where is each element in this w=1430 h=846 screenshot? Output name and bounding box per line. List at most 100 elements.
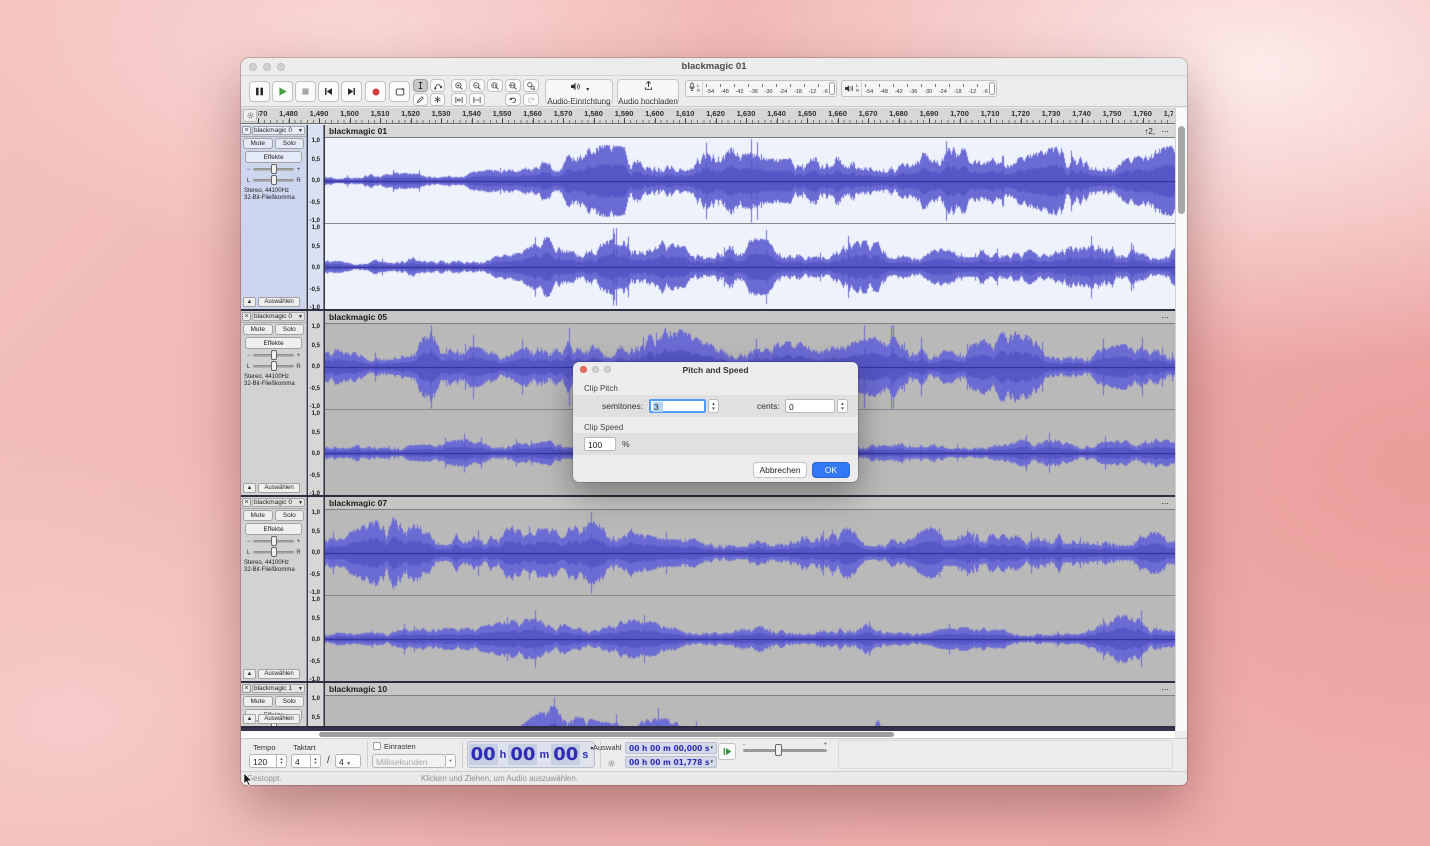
mute-button[interactable]: Mute (243, 138, 273, 149)
play-speed-slider-thumb[interactable] (775, 744, 782, 756)
select-track-button[interactable]: Auswählen (258, 669, 300, 679)
channel-waveform[interactable] (325, 510, 1175, 596)
effects-button[interactable]: Effekte (245, 151, 302, 163)
clip-pitch-badge[interactable]: ↑2, (1144, 127, 1155, 136)
gain-slider[interactable]: −+ (241, 350, 306, 361)
time-signature-upper-input[interactable]: 4 (291, 754, 311, 768)
track-close-button[interactable]: × (242, 498, 251, 507)
mute-button[interactable]: Mute (243, 696, 273, 707)
tempo-input[interactable]: 120 (249, 754, 277, 768)
horizontal-scrollbar-thumb[interactable] (319, 732, 894, 737)
ok-button[interactable]: OK (812, 462, 850, 478)
track-close-button[interactable]: × (242, 126, 251, 135)
effects-button[interactable]: Effekte (245, 337, 302, 349)
gain-slider-thumb[interactable] (271, 164, 277, 174)
audio-position-display[interactable]: 00h 00m 00s ▾ (467, 741, 595, 768)
silence-selection-button[interactable] (469, 93, 485, 106)
pan-slider[interactable]: LR (241, 361, 306, 372)
track-close-button[interactable]: × (242, 684, 251, 693)
pause-button[interactable] (249, 81, 270, 102)
channel-waveform[interactable] (325, 696, 1175, 726)
snap-unit-select[interactable]: Millisekunden (372, 754, 446, 768)
solo-button[interactable]: Solo (275, 138, 305, 149)
channel-waveform[interactable] (325, 224, 1175, 309)
solo-button[interactable]: Solo (275, 510, 305, 521)
loop-button[interactable] (389, 81, 410, 102)
speed-input[interactable]: 100 (584, 437, 616, 451)
clip-header[interactable]: blackmagic 01 ↑2, ⋯ (325, 125, 1175, 138)
envelope-tool-button[interactable] (430, 79, 445, 92)
clip-menu-button[interactable]: ⋯ (1161, 313, 1170, 322)
track-name-dropdown[interactable]: blackmagic 0▼ (252, 498, 305, 507)
mute-button[interactable]: Mute (243, 510, 273, 521)
pan-slider-thumb[interactable] (271, 175, 277, 185)
horizontal-scrollbar[interactable] (241, 731, 1175, 738)
tempo-stepper[interactable]: ▲▼ (277, 754, 287, 768)
semitones-input[interactable]: 3 (649, 399, 706, 413)
track-name-dropdown[interactable]: blackmagic 0▼ (252, 312, 305, 321)
vertical-scrollbar-thumb[interactable] (1178, 126, 1185, 214)
skip-to-end-button[interactable] (341, 81, 362, 102)
snap-unit-dropdown-button[interactable]: ▼ (446, 754, 456, 768)
meter-grip[interactable] (989, 82, 995, 95)
recording-meter[interactable]: LR -54-48-42-36-30-24-18-12-6 (685, 80, 837, 97)
collapse-track-button[interactable]: ▲ (243, 669, 256, 679)
draw-tool-button[interactable] (413, 93, 428, 106)
gain-slider-thumb[interactable] (271, 536, 277, 546)
track-control-panel[interactable]: × blackmagic 1▼ Mute Solo Effekte −+ LR … (241, 683, 307, 726)
channel-waveform[interactable] (325, 596, 1175, 681)
pan-slider[interactable]: LR (241, 547, 306, 558)
zoom-out-button[interactable] (469, 79, 485, 92)
cents-input[interactable]: 0 (785, 399, 835, 413)
multi-tool-button[interactable] (430, 93, 445, 106)
collapse-track-button[interactable]: ▲ (243, 714, 256, 724)
collapse-track-button[interactable]: ▲ (243, 297, 256, 307)
gain-slider[interactable]: −+ (241, 536, 306, 547)
track-name-dropdown[interactable]: blackmagic 0▼ (252, 126, 305, 135)
track-control-panel[interactable]: × blackmagic 0▼ Mute Solo Effekte −+ LR … (241, 311, 307, 495)
pan-slider-thumb[interactable] (271, 547, 277, 557)
gain-slider[interactable]: −+ (241, 164, 306, 175)
select-track-button[interactable]: Auswählen (258, 483, 300, 493)
clip-header[interactable]: blackmagic 10 ⋯ (325, 683, 1175, 696)
play-button[interactable] (272, 81, 293, 102)
timeline-options-button[interactable] (243, 109, 257, 122)
time-signature-lower-select[interactable]: 4 ▼ (335, 754, 361, 768)
vertical-scale-ruler[interactable]: 1,00,50,0-0,5-1,01,00,50,0-0,5-1,0 (308, 311, 324, 495)
gain-slider-thumb[interactable] (271, 350, 277, 360)
vertical-scale-ruler[interactable]: 1,00,50,0-0,5-1,01,00,50,0-0,5-1,0 (308, 683, 324, 726)
vertical-scale-ruler[interactable]: 1,00,50,0-0,5-1,01,00,50,0-0,5-1,0 (308, 497, 324, 681)
audio-upload-button[interactable]: Audio hochladen (617, 79, 679, 104)
cancel-button[interactable]: Abbrechen (753, 462, 807, 478)
selection-start-field[interactable]: 00 h 00 m 00,000 s▾ (625, 742, 717, 754)
meter-grip[interactable] (829, 82, 835, 95)
stop-button[interactable] (295, 81, 316, 102)
zoom-selection-button[interactable] (487, 79, 503, 92)
clip-header[interactable]: blackmagic 07 ⋯ (325, 497, 1175, 510)
track-control-panel[interactable]: × blackmagic 0▼ Mute Solo Effekte −+ LR … (241, 125, 307, 309)
track-close-button[interactable]: × (242, 312, 251, 321)
select-track-button[interactable]: Auswählen (258, 714, 300, 724)
selection-end-field[interactable]: 00 h 00 m 01,778 s▾ (625, 756, 717, 768)
pan-slider[interactable]: LR (241, 175, 306, 186)
channel-waveform[interactable] (325, 138, 1175, 224)
waveform-area[interactable]: blackmagic 01 ↑2, ⋯ (325, 125, 1175, 309)
select-track-button[interactable]: Auswählen (258, 297, 300, 307)
play-at-speed-button[interactable] (718, 743, 736, 760)
zoom-toggle-button[interactable] (523, 79, 539, 92)
time-signature-stepper[interactable]: ▲▼ (311, 754, 321, 768)
snap-checkbox[interactable] (373, 742, 381, 750)
semitones-stepper[interactable]: ▲▼ (708, 399, 719, 413)
clip-menu-button[interactable]: ⋯ (1161, 127, 1170, 136)
pan-slider-thumb[interactable] (271, 361, 277, 371)
undo-button[interactable] (505, 93, 521, 106)
record-button[interactable] (365, 81, 386, 102)
cents-stepper[interactable]: ▲▼ (837, 399, 848, 413)
zoom-in-button[interactable] (451, 79, 467, 92)
skip-to-start-button[interactable] (318, 81, 339, 102)
window-titlebar[interactable]: blackmagic 01 (241, 58, 1187, 76)
vertical-scrollbar[interactable] (1175, 108, 1187, 731)
clip-menu-button[interactable]: ⋯ (1161, 685, 1170, 694)
audio-setup-button[interactable]: ▾ Audio-Einrichtung (545, 79, 613, 104)
zoom-fit-button[interactable] (505, 79, 521, 92)
